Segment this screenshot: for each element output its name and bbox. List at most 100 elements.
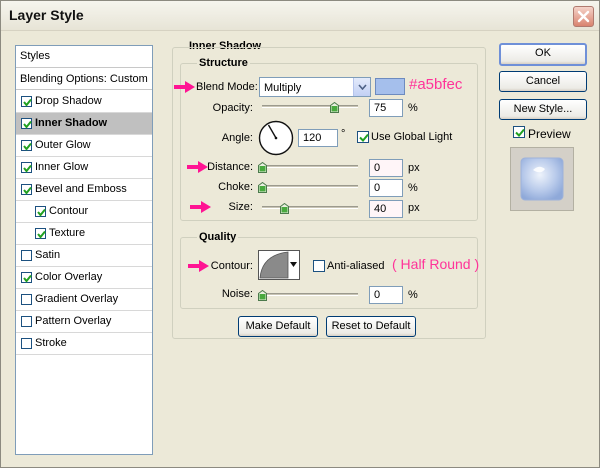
style-item-gradient-overlay[interactable]: Gradient Overlay [16,289,152,311]
make-default-button[interactable]: Make Default [238,316,318,337]
distance-slider-track[interactable] [262,165,358,168]
texture-checkbox[interactable] [35,228,46,239]
style-item-pattern-overlay[interactable]: Pattern Overlay [16,311,152,333]
blend-mode-value: Multiply [264,82,302,94]
caret-down-icon[interactable] [290,262,298,268]
checkmark-icon [515,128,525,137]
bevel-emboss-checkbox[interactable] [21,184,32,195]
styles-header[interactable]: Styles [16,46,152,68]
style-item-stroke[interactable]: Stroke [16,333,152,355]
style-item-bevel-emboss[interactable]: Bevel and Emboss [16,179,152,201]
opacity-label: Opacity: [212,102,253,114]
checkmark-icon [23,98,32,107]
shadow-color-swatch[interactable] [375,78,405,95]
styles-panel: Styles Blending Options: Custom Drop Sha… [15,45,153,455]
contour-checkbox[interactable] [35,206,46,217]
checkmark-icon [23,120,32,129]
style-item-label: Inner Shadow [35,117,108,129]
size-slider-track[interactable] [262,206,358,209]
distance-input[interactable]: 0 [369,159,403,177]
noise-input[interactable]: 0 [369,286,403,304]
style-item-label: Pattern Overlay [35,315,112,327]
blending-options-item[interactable]: Blending Options: Custom [16,69,152,90]
blend-mode-label: Blend Mode: [196,81,258,93]
window-title: Layer Style [9,7,84,23]
quality-title: Quality [197,231,239,243]
title-line [254,47,484,48]
use-global-light-label[interactable]: Use Global Light [371,131,452,143]
style-item-label: Contour [49,205,89,217]
preview-checkbox[interactable] [513,126,525,138]
opacity-slider-track[interactable] [262,105,358,108]
reset-to-default-button[interactable]: Reset to Default [326,316,416,337]
style-item-label: Texture [49,227,86,239]
drop-shadow-checkbox[interactable] [21,96,32,107]
style-item-inner-glow[interactable]: Inner Glow [16,157,152,179]
checkmark-icon [23,274,32,283]
size-input[interactable]: 40 [369,200,403,218]
angle-label: Angle: [221,132,253,144]
title-bar: Layer Style [1,1,599,31]
pattern-overlay-checkbox[interactable] [21,316,32,327]
use-global-light-checkbox[interactable] [357,131,369,143]
new-style-button[interactable]: New Style... [499,99,587,120]
size-unit: px [408,202,420,214]
noise-value: 0 [374,289,381,301]
style-preview-thumbnail [510,147,574,211]
close-icon [577,10,590,23]
style-item-outer-glow[interactable]: Outer Glow [16,135,152,157]
close-button[interactable] [573,6,594,27]
distance-unit: px [408,162,420,174]
style-item-label: Drop Shadow [35,95,102,107]
blend-mode-select[interactable]: Multiply [259,77,371,97]
anti-aliased-checkbox[interactable] [313,260,325,272]
style-item-drop-shadow[interactable]: Drop Shadow [16,91,152,113]
choke-value: 0 [374,182,381,194]
dropdown-arrow[interactable] [353,78,370,96]
preview-label[interactable]: Preview [528,127,571,141]
style-item-contour[interactable]: Contour [16,201,152,223]
noise-slider-thumb[interactable] [258,290,267,301]
style-item-texture[interactable]: Texture [16,223,152,245]
choke-slider-track[interactable] [262,185,358,188]
preview-swatch-image [520,157,564,201]
style-item-label: Stroke [35,337,67,349]
checkmark-icon [23,164,32,173]
style-item-inner-shadow[interactable]: Inner Shadow [16,113,152,135]
style-item-color-overlay[interactable]: Color Overlay [16,267,152,289]
anti-aliased-label[interactable]: Anti-aliased [327,260,384,272]
satin-checkbox[interactable] [21,250,32,261]
distance-slider-thumb[interactable] [258,162,267,173]
opacity-input[interactable]: 75 [369,99,403,117]
style-item-label: Satin [35,249,61,261]
style-item-satin[interactable]: Satin [16,245,152,267]
checkmark-icon [37,208,46,217]
angle-dial[interactable] [258,120,294,156]
noise-slider-track[interactable] [262,293,358,296]
ok-button[interactable]: OK [499,43,587,66]
choke-slider-thumb[interactable] [258,182,267,193]
opacity-slider-thumb[interactable] [330,102,339,113]
color-overlay-checkbox[interactable] [21,272,32,283]
contour-picker[interactable] [258,250,300,280]
size-slider-thumb[interactable] [280,203,289,214]
stroke-checkbox[interactable] [21,338,32,349]
style-item-label: Bevel and Emboss [35,183,127,195]
chevron-down-icon [358,84,367,90]
inner-shadow-checkbox[interactable] [21,118,32,129]
layer-style-dialog: Layer Style Styles Blending Options: Cus… [0,0,600,468]
inner-glow-checkbox[interactable] [21,162,32,173]
angle-unit: ° [341,128,346,140]
outer-glow-checkbox[interactable] [21,140,32,151]
contour-annotation: ( Half Round ) [392,256,480,272]
choke-unit: % [408,182,418,194]
contour-label: Contour: [210,260,253,272]
angle-input[interactable]: 120 [298,129,338,147]
noise-unit: % [408,289,418,301]
gradient-overlay-checkbox[interactable] [21,294,32,305]
cancel-button[interactable]: Cancel [499,71,587,92]
choke-input[interactable]: 0 [369,179,403,197]
half-round-contour-icon [259,251,289,279]
size-label: Size: [228,201,253,213]
checkmark-icon [23,142,32,151]
